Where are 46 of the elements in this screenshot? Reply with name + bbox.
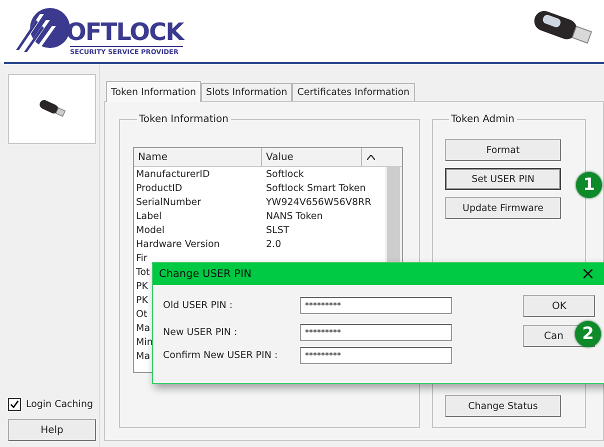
group-title: Token Information bbox=[138, 114, 230, 125]
table-cell-text: ManufacturerID bbox=[135, 168, 211, 182]
step-badge: 2 bbox=[575, 321, 601, 347]
table-cell-text: PK bbox=[135, 280, 148, 294]
logo-text: OFTLOCK bbox=[66, 18, 184, 46]
table-cell-text: Softlock bbox=[265, 168, 304, 182]
field-label: New USER PIN : bbox=[163, 327, 238, 338]
login-caching-label: Login Caching bbox=[26, 399, 93, 410]
table-cell-text: PK bbox=[135, 294, 148, 308]
table-cell-text: SerialNumber bbox=[135, 196, 202, 210]
tab[interactable]: Slots Information bbox=[201, 83, 292, 101]
pin-input-field[interactable]: ********* bbox=[300, 324, 452, 341]
help-button[interactable]: Help bbox=[8, 419, 96, 441]
dialog-title: Change USER PIN bbox=[159, 268, 252, 280]
table-cell-text: ProductID bbox=[135, 182, 184, 196]
table-cell-text: NANS Token bbox=[265, 210, 323, 224]
table-cell-text: YW924V656W56V8RR bbox=[265, 196, 372, 210]
table-cell-text: 2.0 bbox=[265, 238, 282, 252]
table-cell-text: Min bbox=[135, 336, 153, 350]
table-cell-text: Label bbox=[135, 210, 163, 224]
tab[interactable]: Certificates Information bbox=[292, 83, 415, 101]
table-cell-text: Ma bbox=[135, 322, 150, 336]
table-cell-text: Hardware Version bbox=[135, 238, 221, 252]
admin-button[interactable]: Set USER PIN bbox=[445, 168, 561, 190]
login-caching-checkbox[interactable] bbox=[8, 398, 21, 411]
admin-button[interactable]: Change Status bbox=[445, 395, 561, 417]
table-cell-text: Ot bbox=[135, 308, 148, 322]
table-cell-text: Softlock Smart Token bbox=[265, 182, 366, 196]
field-label: Confirm New USER PIN : bbox=[163, 350, 279, 361]
column-header[interactable]: Name bbox=[134, 148, 262, 166]
table-cell-text: Fir bbox=[135, 252, 148, 266]
tab[interactable]: Token Information bbox=[106, 81, 202, 102]
admin-button[interactable]: Update Firmware bbox=[445, 197, 561, 219]
table-cell-text: Tot bbox=[135, 266, 150, 280]
field-label: Old USER PIN : bbox=[163, 300, 234, 311]
pin-input-field[interactable]: ********* bbox=[300, 347, 452, 364]
pin-input-field[interactable]: ********* bbox=[300, 297, 452, 314]
table-cell-text: SLST bbox=[265, 224, 290, 238]
table-cell-text: Ma bbox=[135, 350, 150, 364]
table-cell-text: Model bbox=[135, 224, 166, 238]
column-header[interactable]: Value bbox=[262, 148, 362, 166]
close-button[interactable]: × bbox=[575, 263, 601, 285]
group-title: Token Admin bbox=[450, 114, 516, 125]
ok-button[interactable]: OK bbox=[523, 295, 595, 317]
usb-token-icon bbox=[37, 100, 67, 118]
admin-button[interactable]: Format bbox=[445, 139, 561, 161]
